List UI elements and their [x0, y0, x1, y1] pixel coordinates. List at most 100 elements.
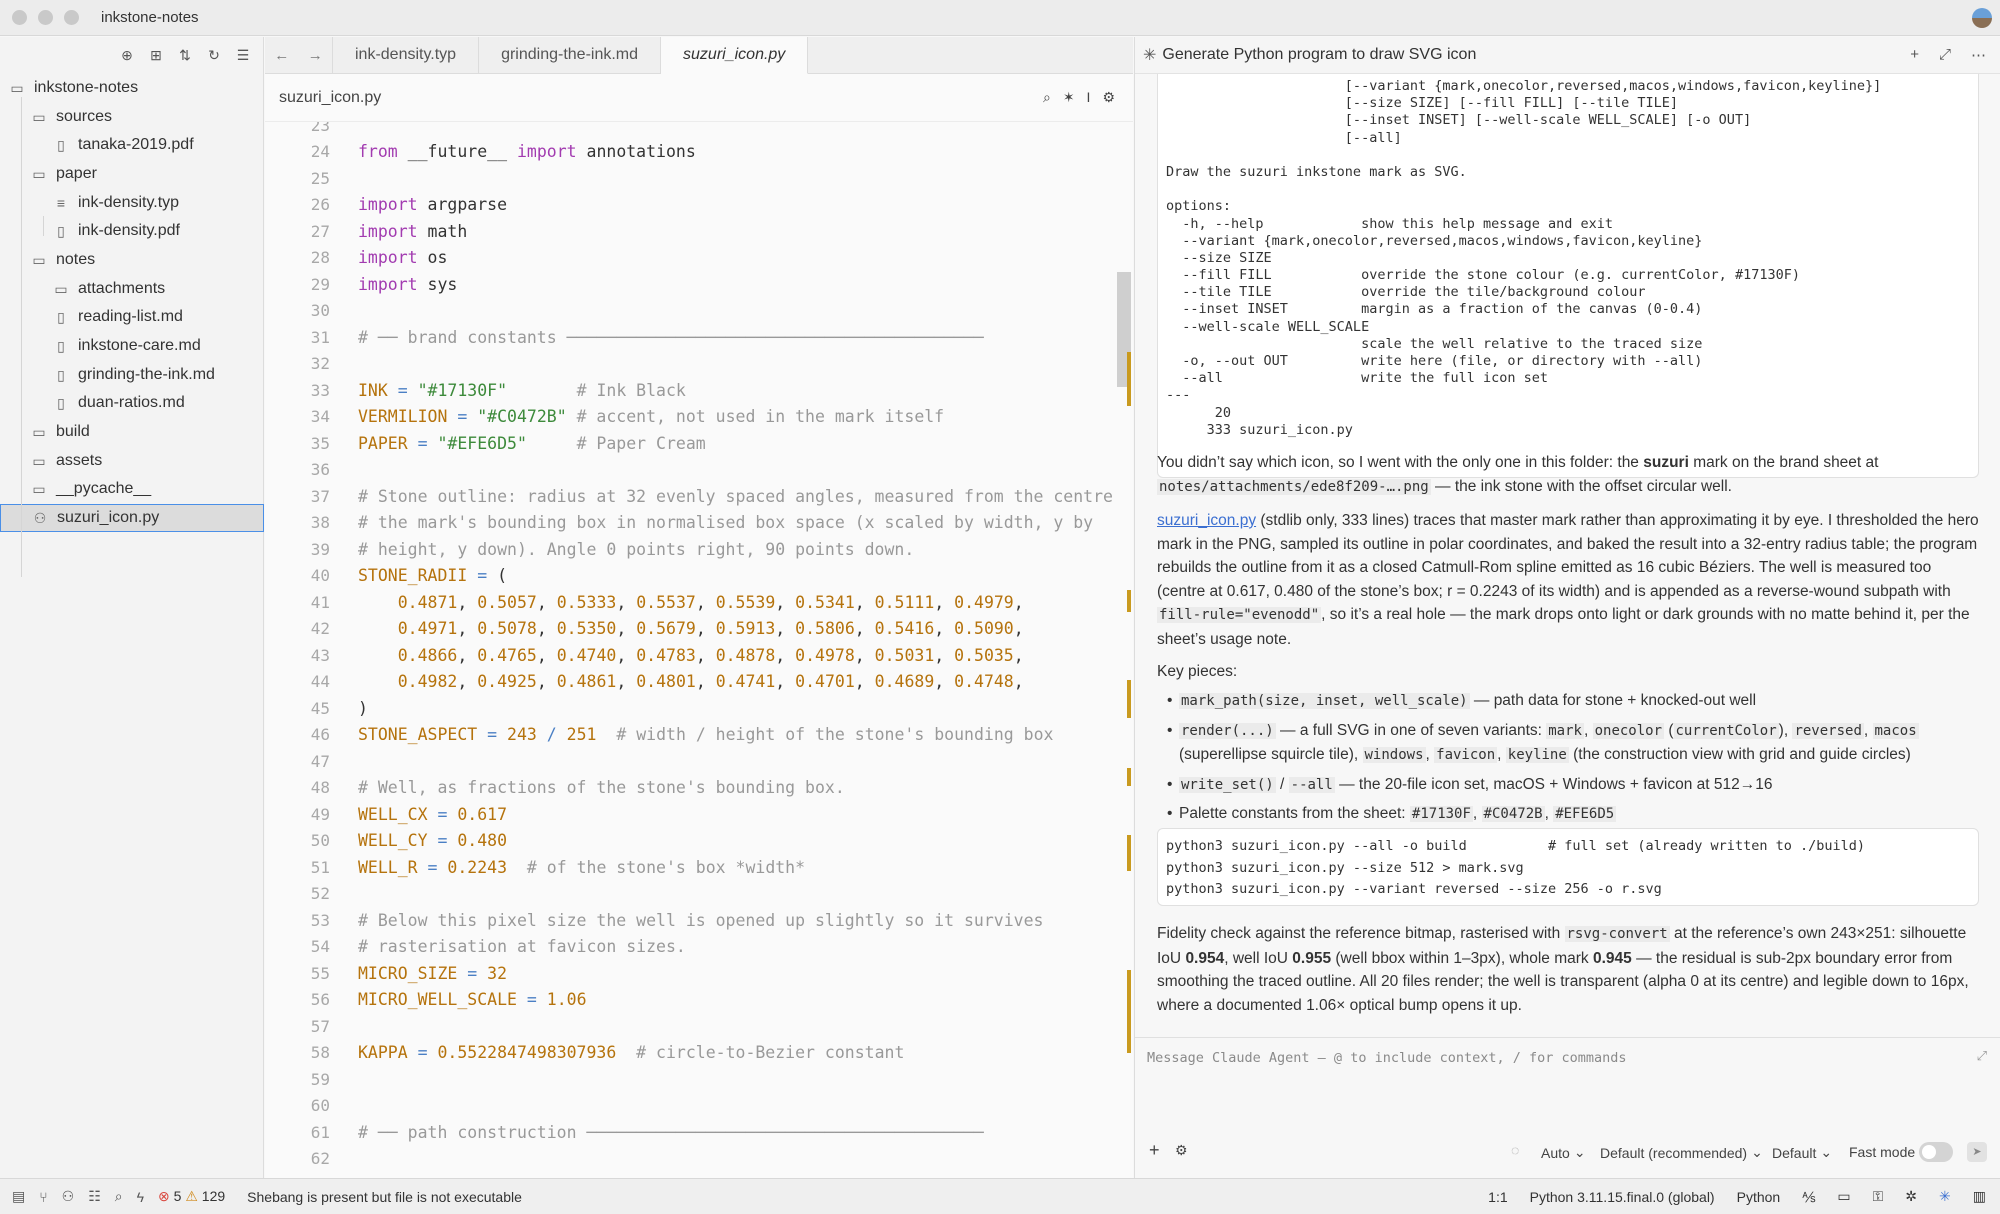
code-line[interactable]: 30	[265, 298, 1133, 325]
model-select[interactable]: Default (recommended) ⌄	[1600, 1144, 1763, 1161]
sidebar-item-build[interactable]: ▭ build	[0, 418, 264, 446]
new-file-icon[interactable]: ⊕	[119, 47, 135, 64]
code-line[interactable]: 33 INK = "#17130F" # Ink Black	[265, 377, 1133, 404]
expand-composer-icon[interactable]: ⤢	[1977, 1048, 1987, 1064]
collaborators-icon[interactable]: ⚇	[62, 1188, 75, 1205]
code-line[interactable]: 56 MICRO_WELL_SCALE = 1.06	[265, 987, 1133, 1014]
expand-icon[interactable]: ⤢	[1939, 46, 1951, 64]
code-line[interactable]: 55 MICRO_SIZE = 32	[265, 960, 1133, 987]
sort-icon[interactable]: ⇅	[177, 47, 193, 64]
settings-sliders-icon[interactable]: ⚙	[1102, 89, 1115, 106]
code-line[interactable]: 41 0.4871, 0.5057, 0.5333, 0.5537, 0.553…	[265, 589, 1133, 616]
code-line[interactable]: 27 import math	[265, 218, 1133, 245]
python-interpreter[interactable]: Python 3.11.15.final.0 (global)	[1530, 1189, 1715, 1205]
code-line[interactable]: 61 # ── path construction ───────────────…	[265, 1119, 1133, 1146]
sidebar-item-inkstone-notes[interactable]: ▭ inkstone-notes	[0, 74, 264, 102]
sidebar-item-attachments[interactable]: ▭ attachments	[0, 275, 264, 303]
code-line[interactable]: 34 VERMILION = "#C0472B" # accent, not us…	[265, 404, 1133, 431]
sidebar-item--pycache-[interactable]: ▭ __pycache__	[0, 475, 264, 503]
lock-icon[interactable]: ⚿	[1873, 1188, 1884, 1205]
mode-select[interactable]: Auto ⌄	[1541, 1144, 1586, 1161]
sidebar-item-ink-density-typ[interactable]: ≡ ink-density.typ	[0, 189, 264, 217]
close-window-button[interactable]	[12, 10, 27, 25]
code-line[interactable]: 58 KAPPA = 0.5522847498307936 # circle-to…	[265, 1040, 1133, 1067]
code-line[interactable]: 42 0.4971, 0.5078, 0.5350, 0.5679, 0.591…	[265, 616, 1133, 643]
code-line[interactable]: 28 import os	[265, 245, 1133, 272]
send-button[interactable]: ➤	[1967, 1142, 1987, 1162]
zoom-window-button[interactable]	[64, 10, 79, 25]
code-line[interactable]: 24 from __future__ import annotations	[265, 139, 1133, 166]
breadcrumb-filename[interactable]: suzuri_icon.py	[279, 89, 381, 107]
cursor-icon[interactable]: I	[1087, 89, 1091, 106]
tab-grinding-the-ink-md[interactable]: grinding-the-ink.md	[479, 37, 662, 73]
refresh-icon[interactable]: ↻	[206, 47, 222, 64]
code-line[interactable]: 62	[265, 1146, 1133, 1173]
code-line[interactable]: 35 PAPER = "#EFE6D5" # Paper Cream	[265, 430, 1133, 457]
code-editor[interactable]: 23 24 from __future__ import annotations 25…	[265, 122, 1133, 1178]
code-line[interactable]: 45)	[265, 695, 1133, 722]
code-line[interactable]: 60	[265, 1093, 1133, 1120]
language-mode[interactable]: Python	[1737, 1189, 1781, 1205]
new-folder-icon[interactable]: ⊞	[148, 47, 164, 64]
outline-icon[interactable]: ☷	[88, 1188, 101, 1205]
code-line[interactable]: 44 0.4982, 0.4925, 0.4861, 0.4801, 0.474…	[265, 669, 1133, 696]
add-context-icon[interactable]: +	[1149, 1140, 1160, 1161]
code-line[interactable]: 23	[265, 122, 1133, 139]
code-line[interactable]: 25	[265, 165, 1133, 192]
code-line[interactable]: 26 import argparse	[265, 192, 1133, 219]
search-icon[interactable]: ⌕	[115, 1188, 123, 1205]
avatar[interactable]	[1972, 8, 1992, 28]
sidebar-item-suzuri-icon-py[interactable]: ⚇ suzuri_icon.py	[0, 504, 264, 532]
code-line[interactable]: 48 # Well, as fractions of the stone's bo…	[265, 775, 1133, 802]
message-input[interactable]: Message Claude Agent — @ to include cont…	[1147, 1050, 1627, 1066]
sidebar-item-sources[interactable]: ▭ sources	[0, 103, 264, 131]
right-panel-icon[interactable]: ▥	[1973, 1188, 1986, 1205]
collapse-all-icon[interactable]: ☰	[235, 47, 251, 64]
code-line[interactable]: 31 # ── brand constants ─────────────────…	[265, 324, 1133, 351]
code-line[interactable]: 37 # Stone outline: radius at 32 evenly s…	[265, 483, 1133, 510]
code-line[interactable]: 49 WELL_CX = 0.617	[265, 801, 1133, 828]
cursor-position[interactable]: 1:1	[1488, 1189, 1507, 1205]
sidebar-item-tanaka-2019-pdf[interactable]: ▯ tanaka-2019.pdf	[0, 131, 264, 159]
code-line[interactable]: 43 0.4866, 0.4765, 0.4740, 0.4783, 0.487…	[265, 642, 1133, 669]
code-line[interactable]: 39 # height, y down). Angle 0 points righ…	[265, 536, 1133, 563]
code-line[interactable]: 32	[265, 351, 1133, 378]
code-line[interactable]: 57	[265, 1013, 1133, 1040]
search-icon[interactable]: ⌕	[1043, 89, 1051, 106]
minimize-window-button[interactable]	[38, 10, 53, 25]
file-link[interactable]: suzuri_icon.py	[1157, 512, 1256, 529]
sidebar-item-grinding-the-ink-md[interactable]: ▯ grinding-the-ink.md	[0, 361, 264, 389]
code-line[interactable]: 59	[265, 1066, 1133, 1093]
sidebar-item-ink-density-pdf[interactable]: ▯ ink-density.pdf	[0, 217, 264, 245]
tab-ink-density-typ[interactable]: ink-density.typ	[333, 37, 480, 73]
code-line[interactable]: 38 # the mark's bounding box in normalise…	[265, 510, 1133, 537]
sidebar-item-assets[interactable]: ▭ assets	[0, 447, 264, 475]
sidebar-item-notes[interactable]: ▭ notes	[0, 246, 264, 274]
back-arrow-icon[interactable]: ←	[274, 47, 289, 64]
more-icon[interactable]: ⋯	[1971, 46, 1986, 64]
sidebar-item-paper[interactable]: ▭ paper	[0, 160, 264, 188]
sidebar-item-reading-list-md[interactable]: ▯ reading-list.md	[0, 303, 264, 331]
code-line[interactable]: 51 WELL_R = 0.2243 # of the stone's box *…	[265, 854, 1133, 881]
new-thread-icon[interactable]: +	[1910, 46, 1919, 64]
tab-suzuri-icon-py[interactable]: suzuri_icon.py	[661, 37, 809, 74]
fast-mode-toggle[interactable]	[1919, 1142, 1953, 1162]
code-line[interactable]: 50 WELL_CY = 0.480	[265, 828, 1133, 855]
terminal-icon[interactable]: ▭	[1837, 1188, 1850, 1205]
git-branch-icon[interactable]: ⑂	[39, 1189, 47, 1205]
sidebar-item-duan-ratios-md[interactable]: ▯ duan-ratios.md	[0, 389, 264, 417]
code-line[interactable]: 54 # rasterisation at favicon sizes.	[265, 934, 1133, 961]
code-line[interactable]: 29 import sys	[265, 271, 1133, 298]
code-line[interactable]: 36	[265, 457, 1133, 484]
sidebar-item-inkstone-care-md[interactable]: ▯ inkstone-care.md	[0, 332, 264, 360]
debug-icon[interactable]: ✲	[1905, 1188, 1917, 1205]
panel-toggle-icon[interactable]: ▤	[12, 1188, 25, 1205]
window-controls[interactable]	[12, 10, 79, 25]
tools-icon[interactable]: ⚙	[1175, 1142, 1188, 1159]
effort-select[interactable]: Default ⌄	[1772, 1144, 1832, 1161]
assist-icon[interactable]: ✶	[1063, 89, 1075, 106]
forward-arrow-icon[interactable]: →	[308, 47, 323, 64]
lightning-icon[interactable]: ϟ	[137, 1189, 144, 1205]
code-line[interactable]: 52	[265, 881, 1133, 908]
code-line[interactable]: 53 # Below this pixel size the well is op…	[265, 907, 1133, 934]
